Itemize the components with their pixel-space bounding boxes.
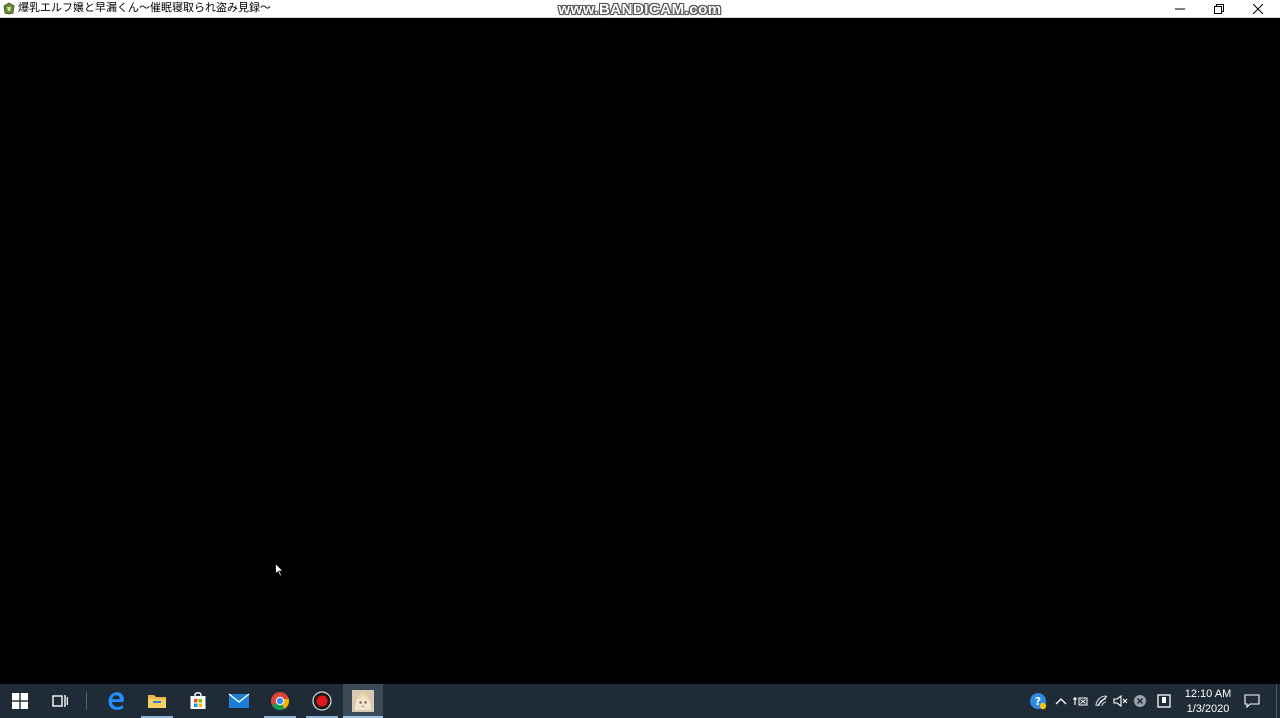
- show-desktop-button[interactable]: [1276, 684, 1280, 718]
- tray-help[interactable]: ?: [1028, 684, 1048, 718]
- minimize-button[interactable]: [1160, 0, 1200, 17]
- close-button[interactable]: [1238, 0, 1278, 17]
- taskbar-store[interactable]: [178, 684, 218, 718]
- edge-icon: [108, 692, 124, 710]
- game-app-icon: [352, 690, 374, 712]
- tray-status[interactable]: [1130, 684, 1150, 718]
- start-button[interactable]: [0, 684, 40, 718]
- windows-logo-icon: [12, 693, 28, 709]
- task-view-button[interactable]: [40, 684, 80, 718]
- mail-icon: [228, 693, 250, 708]
- tray-ime[interactable]: [1071, 684, 1091, 718]
- wifi-icon: [1095, 695, 1108, 707]
- mouse-cursor-icon: [275, 563, 284, 577]
- close-icon: [1253, 3, 1263, 14]
- taskbar-bandicam[interactable]: [302, 684, 342, 718]
- chevron-up-icon: [1055, 698, 1067, 705]
- volume-muted-icon: [1113, 695, 1128, 707]
- bandicam-watermark: www.BANDICAM.com: [558, 1, 722, 18]
- restore-icon: [1214, 3, 1224, 14]
- app-icon: [3, 2, 15, 15]
- taskbar-file-explorer[interactable]: [137, 684, 177, 718]
- action-center-button[interactable]: [1242, 684, 1262, 718]
- bandicam-tray-icon: [1157, 694, 1171, 708]
- record-icon: [312, 691, 332, 711]
- taskbar-mail[interactable]: [219, 684, 259, 718]
- game-viewport[interactable]: [0, 18, 1280, 684]
- taskbar-edge[interactable]: [96, 684, 136, 718]
- ime-icon: [1073, 697, 1088, 706]
- taskbar-game-app[interactable]: [343, 684, 383, 718]
- clock-time: 12:10 AM: [1184, 688, 1232, 700]
- tray-volume[interactable]: [1111, 684, 1131, 718]
- clock-date: 1/3/2020: [1186, 703, 1230, 715]
- tray-show-hidden[interactable]: [1051, 684, 1071, 718]
- chrome-icon: [271, 692, 290, 711]
- close-circle-icon: [1134, 695, 1146, 707]
- window-title-bar[interactable]: 爆乳エルフ嬢と早漏くん～催眠寝取られ盗み見録～ www.BANDICAM.com: [0, 0, 1280, 18]
- task-view-icon: [52, 695, 68, 707]
- window-title: 爆乳エルフ嬢と早漏くん～催眠寝取られ盗み見録～: [18, 1, 271, 14]
- taskbar-clock[interactable]: 12:10 AM 1/3/2020: [1182, 687, 1234, 717]
- taskbar-separator: [86, 692, 87, 710]
- store-bag-icon: [190, 692, 206, 709]
- restore-button[interactable]: [1199, 0, 1239, 17]
- help-icon: ?: [1030, 693, 1047, 710]
- tray-network[interactable]: [1092, 684, 1112, 718]
- notification-icon: [1244, 694, 1260, 708]
- taskbar-chrome[interactable]: [260, 684, 300, 718]
- tray-bandicam[interactable]: [1154, 684, 1174, 718]
- taskbar: ? 12:10 AM 1/3/2020: [0, 684, 1280, 718]
- folder-icon: [148, 695, 166, 708]
- minimize-icon: [1175, 8, 1185, 9]
